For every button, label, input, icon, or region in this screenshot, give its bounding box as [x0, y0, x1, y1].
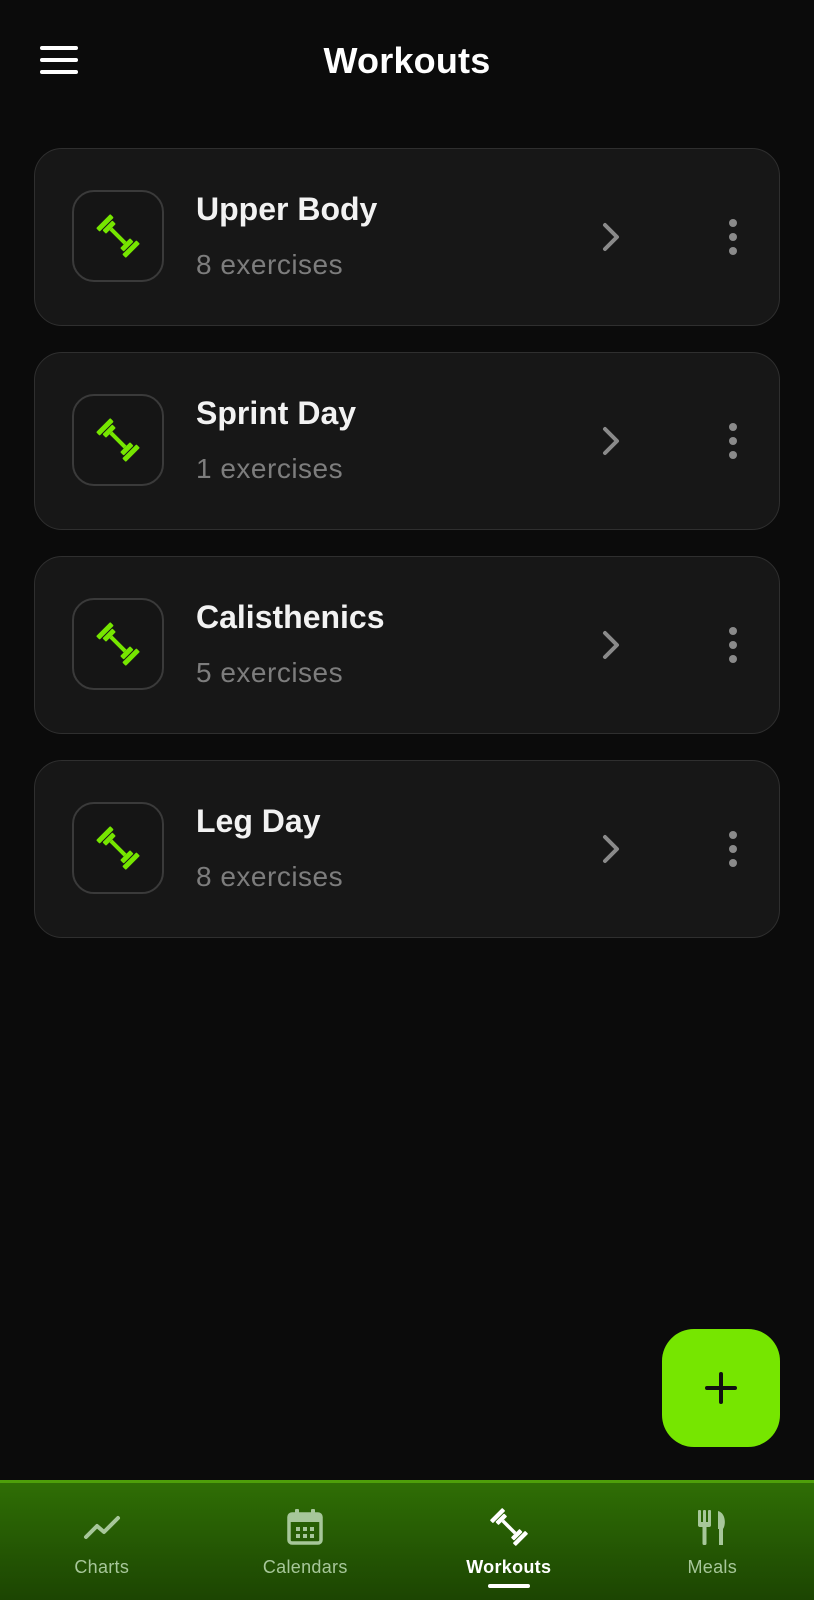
- nav-label: Meals: [687, 1557, 737, 1577]
- calendar-icon: [287, 1509, 323, 1545]
- workout-card[interactable]: Calisthenics 5 exercises: [34, 556, 780, 734]
- chevron-right-icon[interactable]: [591, 829, 631, 869]
- nav-item-charts[interactable]: Charts: [0, 1483, 204, 1600]
- workout-thumbnail: [72, 190, 164, 282]
- workout-exercise-count: 5 exercises: [196, 657, 344, 688]
- workout-card[interactable]: Leg Day 8 exercises: [34, 760, 780, 938]
- bottom-navigation: Charts Calendars Workouts Meals: [0, 1480, 814, 1600]
- add-workout-button[interactable]: [662, 1329, 780, 1447]
- nav-label: Charts: [74, 1557, 130, 1577]
- dumbbell-icon: [96, 418, 140, 462]
- plus-icon: [705, 1372, 737, 1404]
- workout-list: Upper Body 8 exercises Sprint Day 1 exer…: [34, 148, 780, 964]
- dumbbell-icon: [96, 622, 140, 666]
- dumbbell-icon: [96, 214, 140, 258]
- more-vert-icon[interactable]: [715, 623, 751, 667]
- workout-name: Leg Day: [196, 803, 321, 839]
- chevron-right-icon[interactable]: [591, 625, 631, 665]
- more-vert-icon[interactable]: [715, 827, 751, 871]
- active-tab-indicator: [487, 1584, 530, 1588]
- workout-exercise-count: 1 exercises: [196, 453, 344, 484]
- workout-exercise-count: 8 exercises: [196, 249, 344, 280]
- page-title: Workouts: [323, 40, 491, 81]
- workout-thumbnail: [72, 802, 164, 894]
- fork-knife-icon: [698, 1510, 726, 1545]
- app-root: Workouts Upper Body 8 exercises Sprint D…: [0, 0, 814, 1600]
- nav-label: Calendars: [262, 1557, 348, 1577]
- workout-card[interactable]: Sprint Day 1 exercises: [34, 352, 780, 530]
- workout-card[interactable]: Upper Body 8 exercises: [34, 148, 780, 326]
- workout-name: Sprint Day: [196, 395, 357, 431]
- more-vert-icon[interactable]: [715, 215, 751, 259]
- chevron-right-icon[interactable]: [591, 217, 631, 257]
- workout-thumbnail: [72, 394, 164, 486]
- chevron-right-icon[interactable]: [591, 421, 631, 461]
- chart-line-icon: [83, 1516, 120, 1539]
- header: Workouts: [0, 0, 814, 120]
- workout-exercise-count: 8 exercises: [196, 861, 344, 892]
- more-vert-icon[interactable]: [715, 419, 751, 463]
- nav-item-workouts[interactable]: Workouts: [407, 1483, 611, 1600]
- workout-name: Calisthenics: [196, 599, 385, 635]
- dumbbell-icon: [489, 1508, 528, 1546]
- nav-label: Workouts: [466, 1557, 552, 1577]
- nav-item-meals[interactable]: Meals: [611, 1483, 814, 1600]
- dumbbell-icon: [96, 826, 140, 870]
- workout-thumbnail: [72, 598, 164, 690]
- nav-item-calendars[interactable]: Calendars: [204, 1483, 408, 1600]
- workout-name: Upper Body: [196, 191, 378, 227]
